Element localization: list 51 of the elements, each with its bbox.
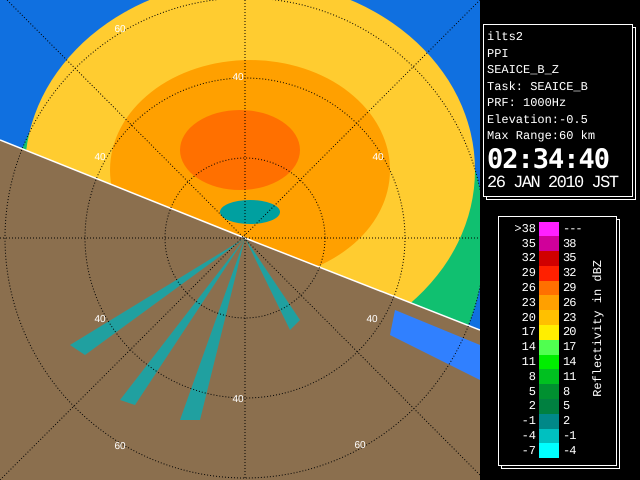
info-line: PRF: 1000Hz [487,95,568,112]
legend-min-value: -7 [520,444,537,458]
legend-max-value: 32 [562,266,577,280]
legend-max-value: 11 [562,370,577,384]
legend-min-value: 20 [520,310,537,325]
legend-max-value: 35 [562,251,577,266]
legend-title: Reflectivity in dBZ [591,260,605,396]
legend-min-value: 35 [520,236,537,251]
info-line: SEAICE_B_Z [487,62,560,78]
legend-min-value: 11 [520,355,537,370]
legend-min-value: 23 [520,296,537,310]
range-label: 60 [354,440,366,451]
time-label: 02:34:40 [487,144,610,174]
info-line: PPI [487,46,510,62]
legend-min-value: >38 [513,222,537,236]
legend-min-value: 17 [520,325,537,340]
range-label: 60 [114,441,126,452]
info-line: Elevation:-0.5 [487,112,589,128]
legend-min-value: 2 [528,399,537,414]
legend-max-value: 5 [562,399,570,414]
legend-min-value: 8 [528,370,537,384]
legend-max-value: 29 [562,281,577,296]
legend-min-value: -4 [520,429,537,444]
legend-min-value: 5 [528,384,537,399]
range-label: 40 [94,314,106,325]
range-label: 40 [94,152,106,163]
range-label: 40 [372,152,384,163]
legend-max-value: 20 [562,325,577,340]
range-label: 40 [232,394,244,405]
range-label: 40 [232,72,244,83]
legend-max-value: --- [562,222,583,236]
legend-min-value: 14 [520,340,537,354]
legend-max-value: -1 [562,429,577,444]
range-label: 40 [366,314,378,325]
legend-max-value: 8 [562,384,570,399]
legend-max-value: 14 [562,355,577,370]
legend-max-value: 26 [562,296,577,310]
legend-max-value: 23 [562,310,577,325]
legend-max-value: 2 [562,414,570,428]
info-line: ilts2 [487,29,524,46]
legend-max-value: 17 [562,340,576,354]
range-label: 60 [114,24,126,35]
date-label: 26 JAN 2010 JST [487,174,620,194]
legend-min-value: 29 [520,266,537,280]
legend-max-value: -4 [562,444,577,458]
legend-max-value: 38 [562,236,577,251]
legend-min-value: 32 [520,251,537,266]
info-line: Task: SEAICE_B [487,78,589,95]
info-line: Max Range:60 km [487,128,596,144]
legend-min-value: -1 [520,414,537,428]
legend-min-value: 26 [520,281,537,296]
